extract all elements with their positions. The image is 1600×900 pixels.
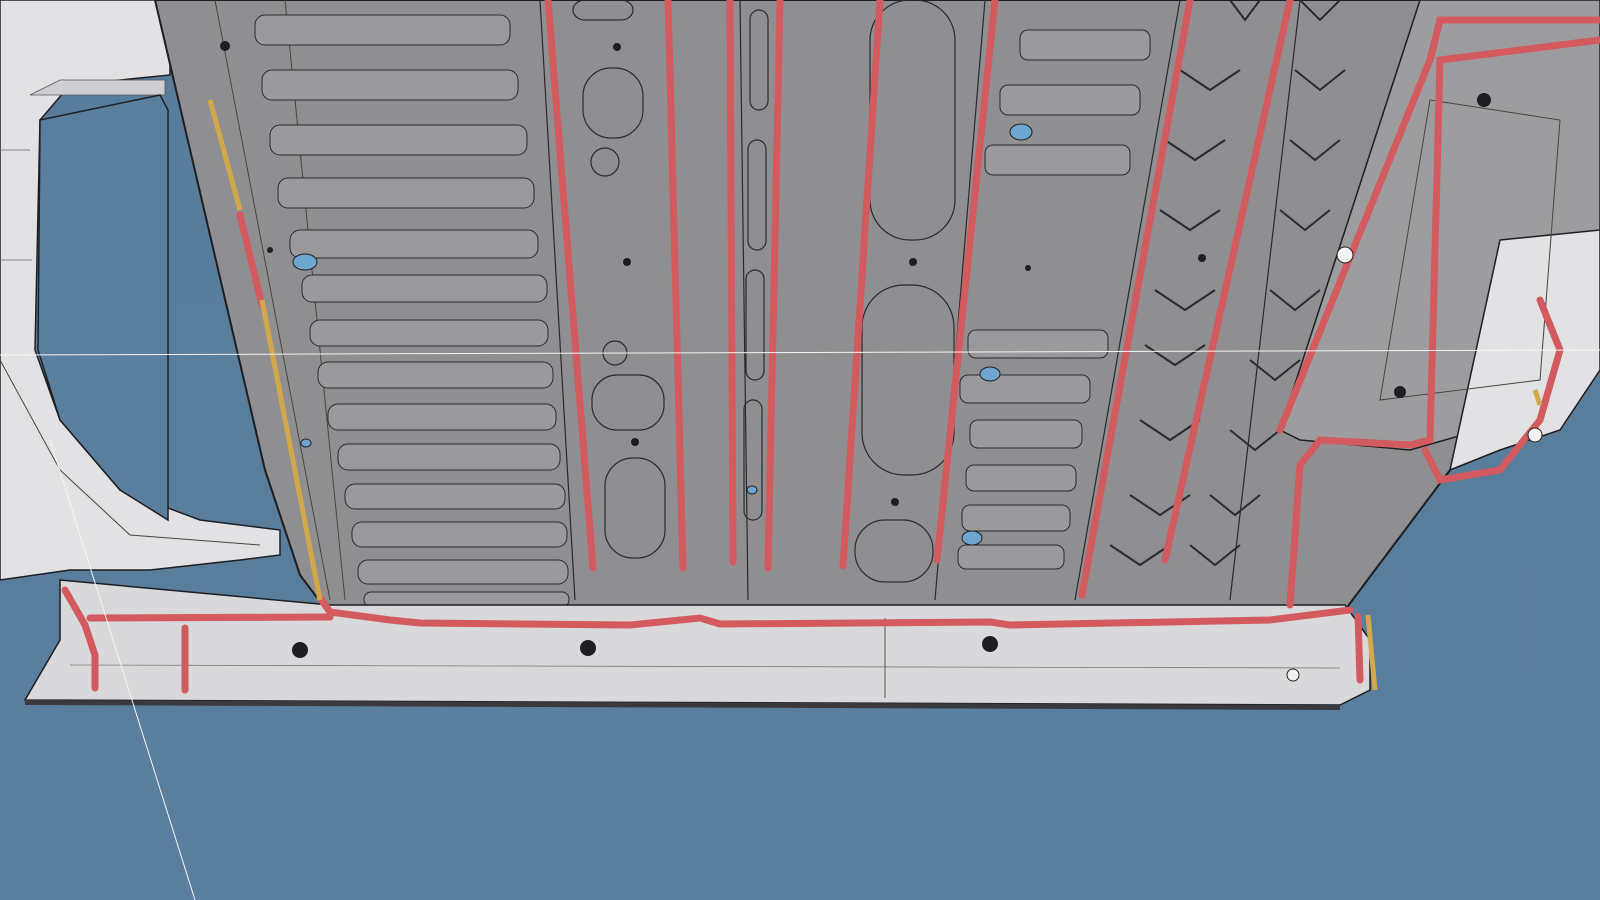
cad-3d-viewport[interactable] [0,0,1600,900]
vehicle-floor-model[interactable] [0,0,1600,900]
